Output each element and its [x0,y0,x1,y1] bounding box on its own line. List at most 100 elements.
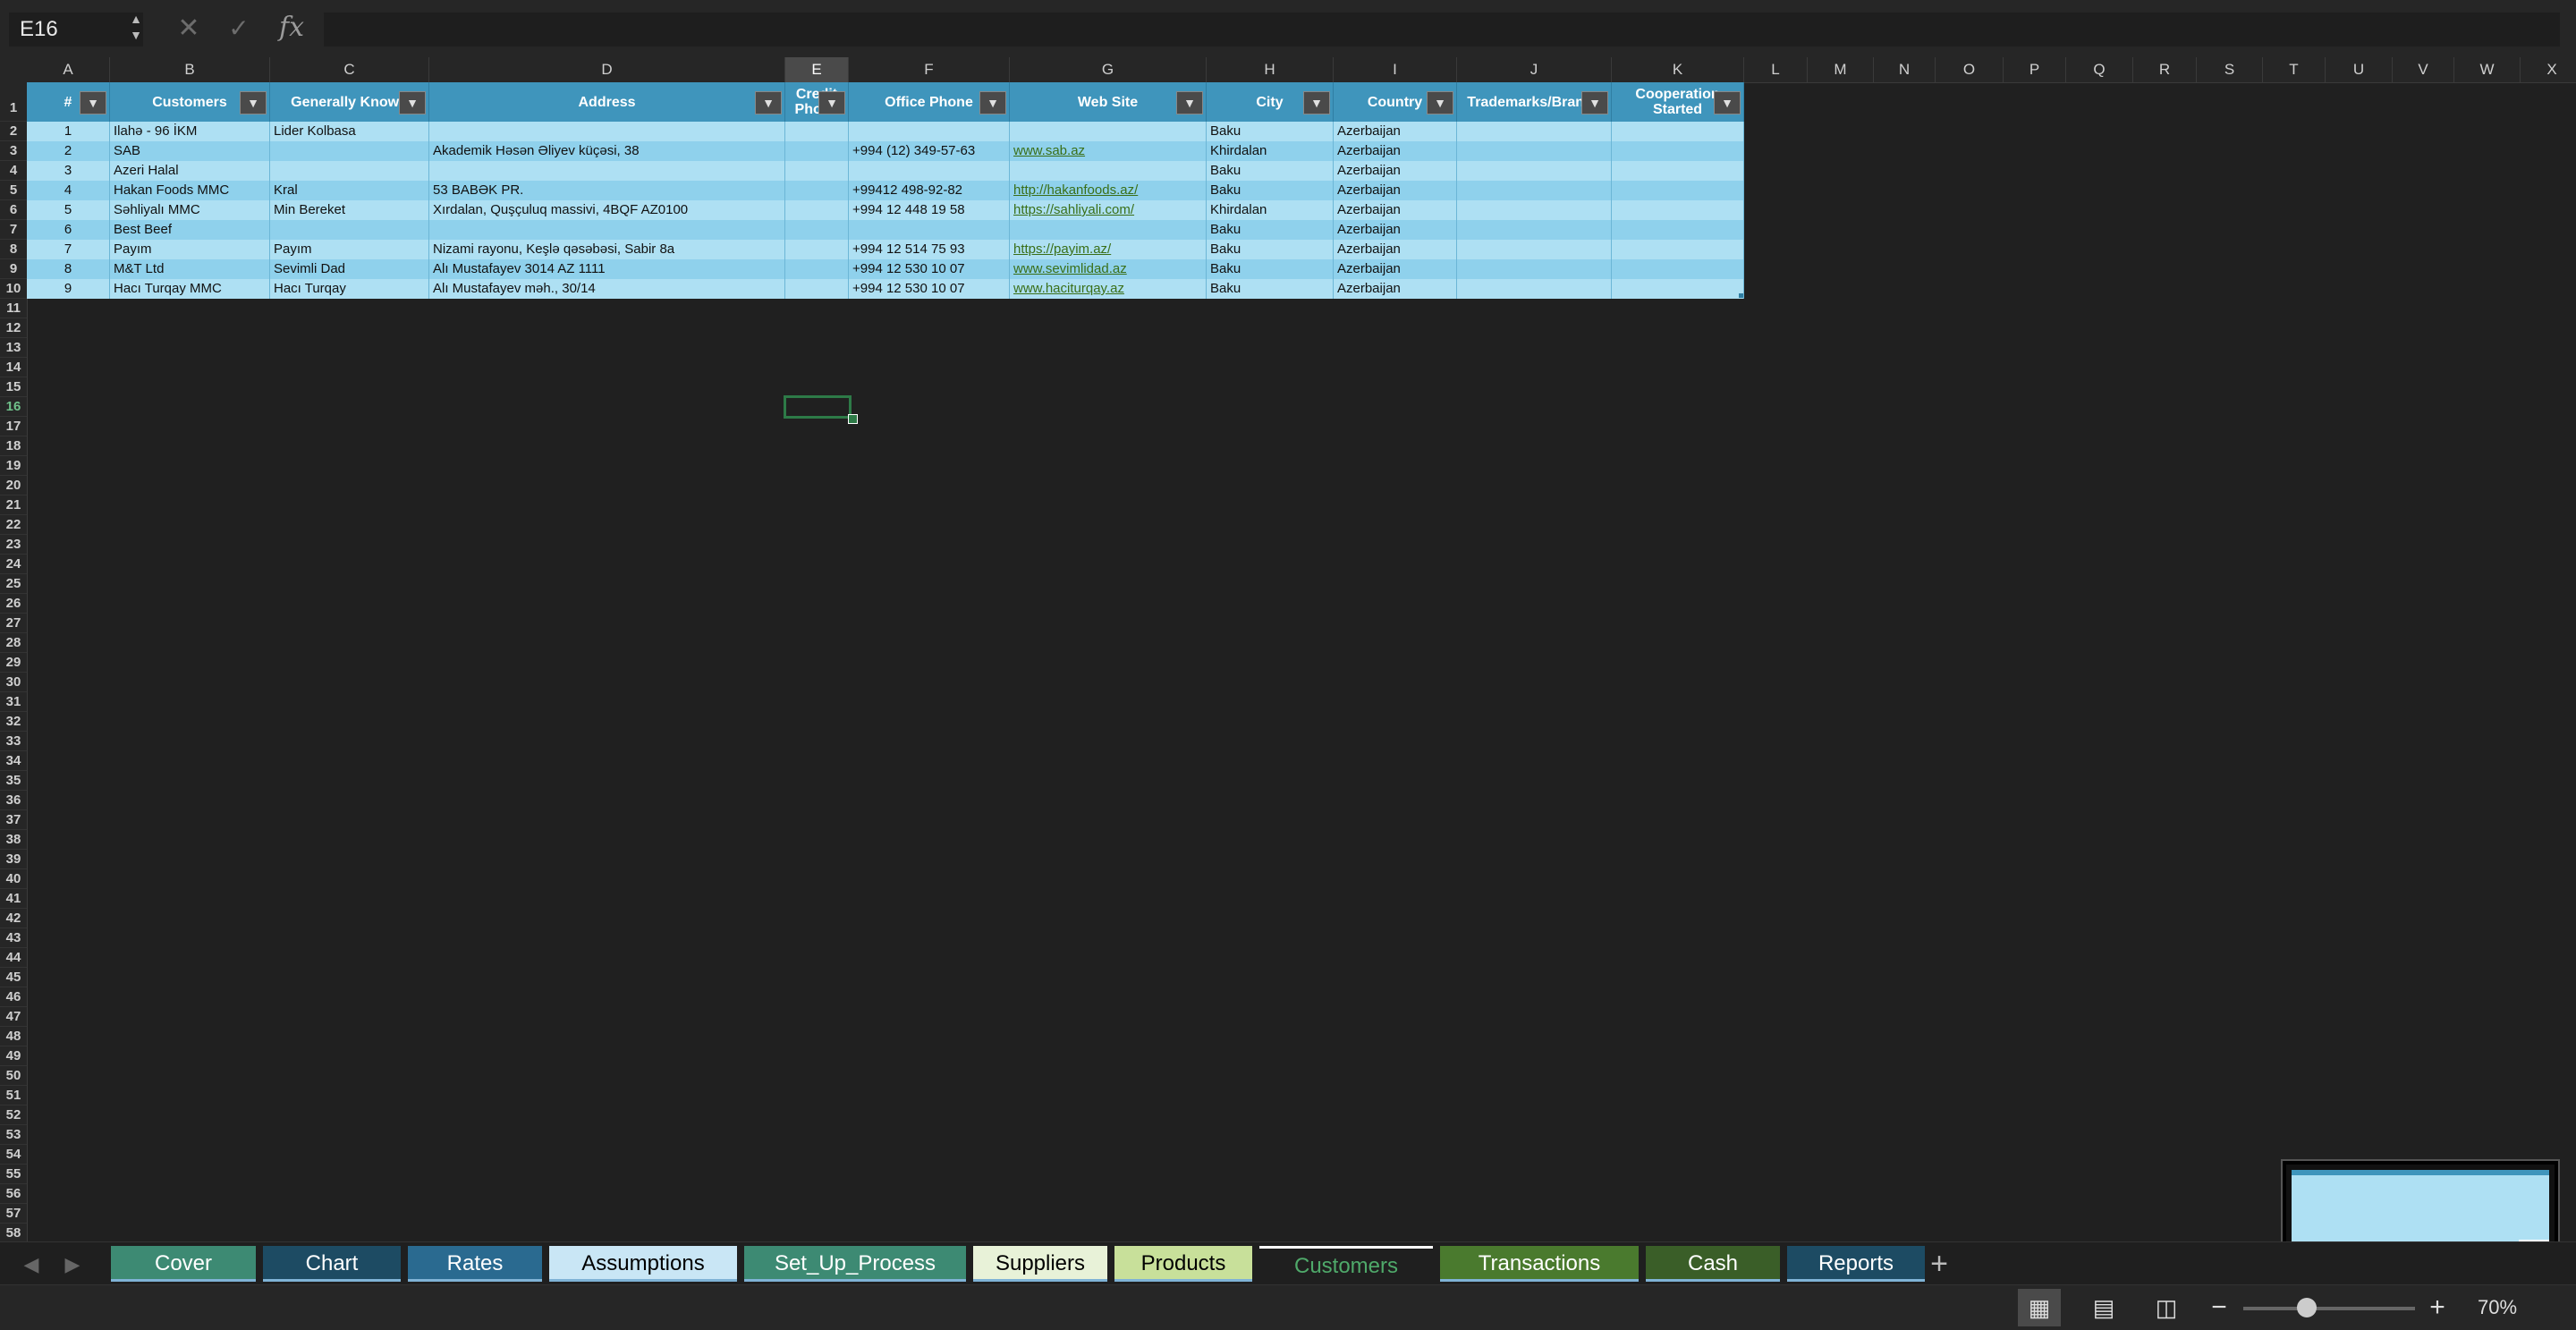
row-header-1[interactable]: 1 [0,82,27,122]
table-cell[interactable] [1612,181,1744,200]
table-cell[interactable] [1457,259,1612,279]
table-cell[interactable] [785,122,849,141]
table-cell[interactable]: 7 [27,240,110,259]
row-header-40[interactable]: 40 [0,869,27,889]
row-header-31[interactable]: 31 [0,692,27,712]
enter-formula-icon[interactable]: ✓ [225,13,252,45]
table-cell[interactable]: 2 [27,141,110,161]
filter-dropdown-icon[interactable]: ▼ [1427,91,1453,114]
table-cell[interactable]: 3 [27,161,110,181]
tab-assumptions[interactable]: Assumptions [549,1246,737,1282]
row-header-48[interactable]: 48 [0,1027,27,1046]
filter-dropdown-icon[interactable]: ▼ [1714,91,1741,114]
table-cell[interactable] [1010,220,1207,240]
column-header-v[interactable]: V [2393,57,2454,82]
row-header-36[interactable]: 36 [0,791,27,810]
table-cell[interactable]: Ilahə - 96 İKM [110,122,270,141]
table-cell[interactable] [1612,161,1744,181]
insert-function-icon[interactable]: fx [279,11,315,45]
column-header-j[interactable]: J [1457,57,1612,82]
worksheet-grid[interactable]: ABCDEFGHIJKLMNOPQRSTUVWX 1 2 3 4 5 6 7 8 9 10 11 12… [0,57,2576,1241]
table-cell[interactable]: Baku [1207,161,1334,181]
column-header-r[interactable]: R [2133,57,2197,82]
table-cell[interactable] [785,259,849,279]
table-cell[interactable]: +994 12 530 10 07 [849,279,1010,299]
page-break-view-icon[interactable]: ◫ [2145,1289,2188,1326]
filter-dropdown-icon[interactable]: ▼ [1303,91,1330,114]
table-cell[interactable]: Səhliyalı MMC [110,200,270,220]
row-header-44[interactable]: 44 [0,948,27,968]
table-cell[interactable]: Azerbaijan [1334,161,1457,181]
row-header-12[interactable]: 12 [0,318,27,338]
row-header-4[interactable]: 4 [0,161,27,181]
column-header-s[interactable]: S [2197,57,2263,82]
column-header-u[interactable]: U [2326,57,2393,82]
row-header-39[interactable]: 39 [0,850,27,869]
web-link-cell[interactable]: www.sevimlidad.az [1010,259,1207,279]
column-header-g[interactable]: G [1010,57,1207,82]
row-header-15[interactable]: 15 [0,377,27,397]
row-header-41[interactable]: 41 [0,889,27,909]
table-cell[interactable]: SAB [110,141,270,161]
table-cell[interactable]: M&T Ltd [110,259,270,279]
row-header-54[interactable]: 54 [0,1145,27,1165]
column-header-c[interactable]: C [270,57,429,82]
column-header-i[interactable]: I [1334,57,1457,82]
tab-customers[interactable]: Customers [1259,1246,1433,1282]
table-cell[interactable]: Akademik Həsən Əliyev küçəsi, 38 [429,141,785,161]
table-cell[interactable]: Baku [1207,259,1334,279]
table-cell[interactable]: Baku [1207,279,1334,299]
table-cell[interactable] [1612,240,1744,259]
table-cell[interactable]: Alı Mustafayev 3014 AZ 1111 [429,259,785,279]
row-header-51[interactable]: 51 [0,1086,27,1106]
table-cell[interactable] [849,220,1010,240]
table-cell[interactable] [1457,122,1612,141]
table-cell[interactable]: Baku [1207,240,1334,259]
row-header-37[interactable]: 37 [0,810,27,830]
table-cell[interactable] [1010,122,1207,141]
table-cell[interactable]: Hacı Turqay MMC [110,279,270,299]
table-cell[interactable]: Payım [270,240,429,259]
table-cell[interactable]: Azerbaijan [1334,259,1457,279]
filter-dropdown-icon[interactable]: ▼ [240,91,267,114]
table-cell[interactable] [785,181,849,200]
row-header-49[interactable]: 49 [0,1046,27,1066]
filter-dropdown-icon[interactable]: ▼ [755,91,782,114]
table-cell[interactable]: Best Beef [110,220,270,240]
column-header-t[interactable]: T [2263,57,2326,82]
filter-dropdown-icon[interactable]: ▼ [818,91,845,114]
table-cell[interactable]: 8 [27,259,110,279]
table-cell[interactable] [1010,161,1207,181]
fill-handle[interactable] [848,414,858,424]
row-header-35[interactable]: 35 [0,771,27,791]
tab-reports[interactable]: Reports [1787,1246,1925,1282]
table-cell[interactable] [1457,141,1612,161]
row-header-23[interactable]: 23 [0,535,27,555]
table-cell[interactable]: Khirdalan [1207,141,1334,161]
table-cell[interactable]: Kral [270,181,429,200]
web-link[interactable]: https://payim.az/ [1013,241,1111,257]
table-cell[interactable]: Baku [1207,181,1334,200]
row-header-16[interactable]: 16 [0,397,27,417]
table-cell[interactable] [270,141,429,161]
web-link[interactable]: http://hakanfoods.az/ [1013,182,1138,198]
row-header-3[interactable]: 3 [0,141,27,161]
add-sheet-icon[interactable]: + [1921,1246,1957,1282]
web-link-cell[interactable]: http://hakanfoods.az/ [1010,181,1207,200]
web-link-cell[interactable]: www.sab.az [1010,141,1207,161]
row-header-55[interactable]: 55 [0,1165,27,1184]
row-header-2[interactable]: 2 [0,122,27,141]
table-cell[interactable]: Azerbaijan [1334,279,1457,299]
zoom-slider[interactable] [2243,1307,2415,1310]
table-cell[interactable] [1457,161,1612,181]
row-header-46[interactable]: 46 [0,987,27,1007]
column-header-p[interactable]: P [2004,57,2066,82]
table-cell[interactable]: Hacı Turqay [270,279,429,299]
row-header-29[interactable]: 29 [0,653,27,673]
table-cell[interactable]: Baku [1207,220,1334,240]
table-cell[interactable] [785,240,849,259]
table-cell[interactable] [849,122,1010,141]
web-link-cell[interactable]: https://sahliyali.com/ [1010,200,1207,220]
row-header-19[interactable]: 19 [0,456,27,476]
table-cell[interactable] [1612,279,1744,299]
